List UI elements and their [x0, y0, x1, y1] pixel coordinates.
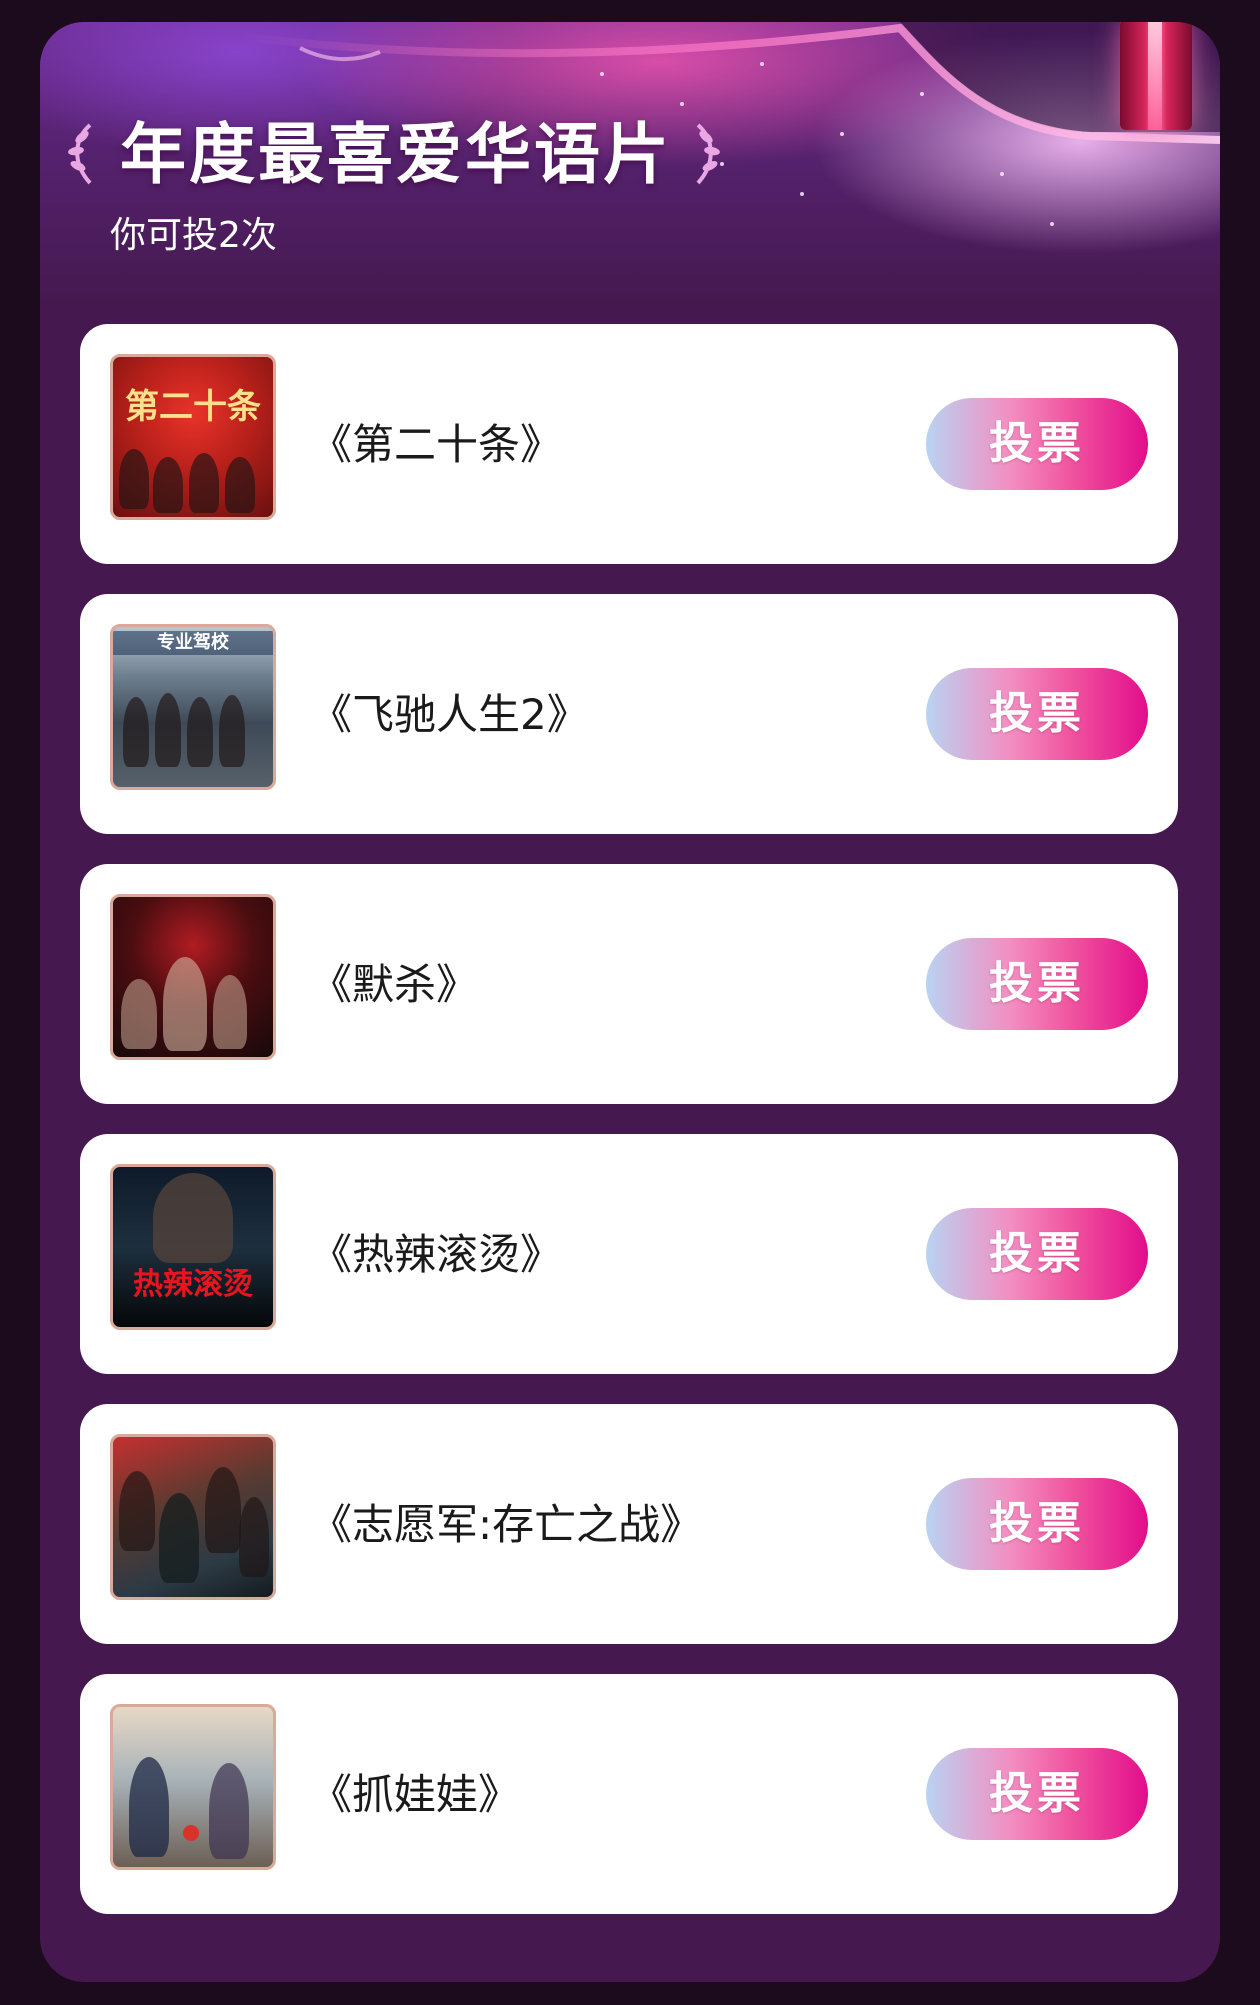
movie-title: 《志愿军:存亡之战》 [310, 1500, 703, 1549]
movie-title: 《默杀》 [310, 960, 479, 1009]
laurel-left-icon [68, 123, 92, 185]
ball-icon [183, 1825, 199, 1841]
vote-button[interactable]: 投票 [926, 1478, 1148, 1570]
movie-card: 《默杀》 投票 [80, 864, 1178, 1104]
movie-poster[interactable] [110, 1434, 276, 1600]
vote-panel: 年度最喜爱华语片 你可投2次 第二十条 《第二十条》 投票 专业驾校 《飞驰人生… [40, 22, 1220, 1982]
poster-title: 第二十条 [125, 387, 261, 427]
laurel-right-icon [696, 123, 720, 185]
vote-limit-text: 你可投2次 [110, 215, 277, 256]
sparkle [600, 72, 604, 76]
movie-title: 《飞驰人生2》 [310, 690, 589, 739]
header-banner: 年度最喜爱华语片 你可投2次 [40, 22, 1220, 302]
vote-button[interactable]: 投票 [926, 938, 1148, 1030]
movie-title: 《第二十条》 [310, 420, 563, 469]
poster-title: 热辣滚烫 [133, 1267, 253, 1302]
movie-card: 《志愿军:存亡之战》 投票 [80, 1404, 1178, 1644]
page-title: 年度最喜爱华语片 [120, 115, 672, 193]
vote-button[interactable]: 投票 [926, 1748, 1148, 1840]
movie-title: 《抓娃娃》 [310, 1770, 521, 1819]
movie-poster[interactable]: 专业驾校 [110, 624, 276, 790]
movie-card: 第二十条 《第二十条》 投票 [80, 324, 1178, 564]
movie-poster[interactable] [110, 894, 276, 1060]
sparkle [840, 132, 844, 136]
movie-card: 《抓娃娃》 投票 [80, 1674, 1178, 1914]
sparkle [1050, 222, 1054, 226]
movie-card: 热辣滚烫 《热辣滚烫》 投票 [80, 1134, 1178, 1374]
vote-button[interactable]: 投票 [926, 398, 1148, 490]
movie-card: 专业驾校 《飞驰人生2》 投票 [80, 594, 1178, 834]
vote-button[interactable]: 投票 [926, 1208, 1148, 1300]
movie-poster[interactable] [110, 1704, 276, 1870]
poster-title: 专业驾校 [113, 631, 273, 655]
vote-button[interactable]: 投票 [926, 668, 1148, 760]
sparkle [760, 62, 764, 66]
movie-list: 第二十条 《第二十条》 投票 专业驾校 《飞驰人生2》 投票 《默杀》 投票 热… [80, 324, 1178, 1944]
title-row: 年度最喜爱华语片 [60, 114, 728, 194]
gift-box-icon [1120, 22, 1192, 130]
sparkle [920, 92, 924, 96]
movie-poster[interactable]: 第二十条 [110, 354, 276, 520]
movie-poster[interactable]: 热辣滚烫 [110, 1164, 276, 1330]
sparkle [1000, 172, 1004, 176]
sparkle [800, 192, 804, 196]
sparkle [680, 102, 684, 106]
movie-title: 《热辣滚烫》 [310, 1230, 563, 1279]
